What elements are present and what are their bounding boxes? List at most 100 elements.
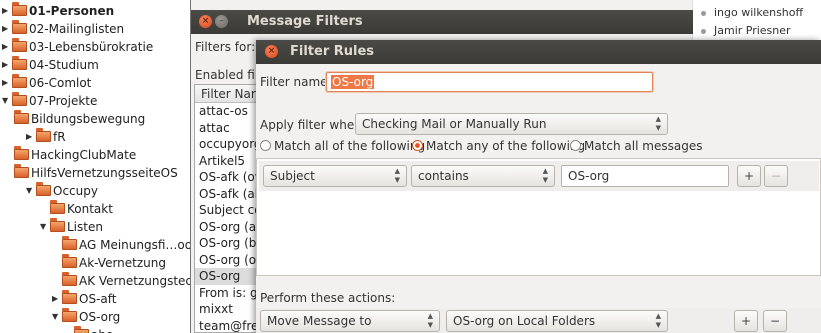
filter-name-value: OS-org	[331, 75, 375, 89]
tree-item-os-aft[interactable]: ▶ OS-aft	[52, 290, 116, 308]
folder-icon	[62, 254, 77, 268]
tree-item-03-lebensbuerokratie[interactable]: ▶ 03-Lebensbürokratie	[2, 38, 153, 56]
tree-item-07-projekte[interactable]: ▼ 07-Projekte	[2, 92, 97, 110]
tree-item-ak-vernetzung[interactable]: Ak-Vernetzung	[62, 254, 166, 272]
collapse-arrow-icon[interactable]: ▼	[26, 182, 36, 200]
close-icon[interactable]: ×	[199, 15, 212, 28]
folder-icon	[36, 128, 51, 142]
folder-icon	[50, 218, 65, 232]
add-rule-button[interactable]: +	[737, 165, 761, 187]
message-row[interactable]: Jamir Priesner	[701, 24, 791, 37]
folder-icon	[62, 308, 77, 322]
match-all-radio[interactable]: Match all of the following	[260, 139, 425, 153]
filters-for-label: Filters for:	[195, 40, 256, 54]
folder-icon	[12, 20, 27, 34]
folder-icon	[12, 74, 27, 88]
tree-item-kontakt[interactable]: Kontakt	[50, 200, 113, 218]
filter-list-item[interactable]: OS-afk (ab	[195, 186, 265, 203]
filter-list-item-selected[interactable]: OS-org	[195, 268, 265, 285]
filter-list-item[interactable]: OS-org (ab	[195, 219, 265, 236]
unread-dot-icon	[701, 28, 706, 34]
radio-off-icon	[570, 140, 581, 151]
rules-list: Subject ▲ ▼ contains ▲ ▼ OS-org + −	[256, 158, 821, 276]
match-all-messages-radio[interactable]: Match all messages	[570, 139, 702, 153]
filter-rules-titlebar[interactable]: × Filter Rules	[256, 40, 821, 64]
filter-name-label: Filter name:	[260, 75, 332, 89]
up-down-arrows-icon: ▲ ▼	[542, 167, 548, 184]
perform-actions-label: Perform these actions:	[260, 291, 396, 305]
expand-arrow-icon[interactable]: ▶	[26, 128, 36, 146]
tree-item-os-org[interactable]: ▼ OS-org	[52, 308, 120, 326]
add-action-button[interactable]: +	[734, 310, 758, 332]
filter-name-input[interactable]: OS-org	[326, 72, 653, 92]
filter-list-item[interactable]: team@fre	[195, 318, 265, 333]
collapse-arrow-icon[interactable]: ▼	[40, 218, 50, 236]
folder-icon	[62, 236, 77, 250]
filter-name-column-header[interactable]: Filter Nar	[195, 85, 265, 103]
expand-arrow-icon[interactable]: ▶	[52, 290, 62, 308]
close-icon[interactable]: ×	[265, 45, 278, 58]
rule-field-select[interactable]: Subject ▲ ▼	[263, 165, 407, 187]
folder-icon	[14, 146, 29, 160]
folder-icon	[14, 164, 29, 178]
filter-list-item[interactable]: OS-afk (ov	[195, 169, 265, 186]
tree-item-occupy[interactable]: ▼ Occupy	[26, 182, 98, 200]
radio-off-icon	[260, 140, 271, 151]
tree-item-fr[interactable]: ▶ fR	[26, 128, 66, 146]
folder-icon	[62, 290, 77, 304]
tree-item-abo[interactable]: abo	[74, 326, 113, 333]
folder-icon	[74, 326, 89, 333]
tree-item-06-comlot[interactable]: ▶ 06-Comlot	[2, 74, 91, 92]
tree-item-01-personen[interactable]: ▶ 01-Personen	[2, 2, 114, 20]
folder-icon	[12, 2, 27, 16]
expand-arrow-icon[interactable]: ▶	[2, 20, 12, 38]
radio-on-icon	[412, 140, 423, 151]
expand-arrow-icon[interactable]: ▶	[2, 56, 12, 74]
tree-item-ag-meinungsfindungstool[interactable]: AG Meinungsfi…ool (F	[62, 236, 200, 254]
tree-item-hackingclubmate[interactable]: HackingClubMate	[14, 146, 136, 164]
expand-arrow-icon[interactable]: ▶	[2, 38, 12, 56]
collapse-arrow-icon[interactable]: ▼	[52, 308, 62, 326]
filter-list-item[interactable]: OS-org (bo	[195, 235, 265, 252]
rule-operator-select[interactable]: contains ▲ ▼	[411, 165, 555, 187]
enabled-filters-label: Enabled fil	[195, 68, 259, 82]
filter-list-item[interactable]: attac	[195, 120, 265, 137]
tree-item-hilfsvernetzungsseiteos[interactable]: HilfsVernetzungsseiteOS	[14, 164, 178, 182]
folder-icon	[14, 110, 29, 124]
folder-icon	[62, 272, 77, 286]
tree-item-ak-vernetzungstechnik[interactable]: AK Vernetzungstechni	[62, 272, 200, 290]
folder-icon	[12, 38, 27, 52]
filter-list-item[interactable]: Artikel5	[195, 153, 265, 170]
up-down-arrows-icon: ▲ ▼	[655, 115, 661, 132]
collapse-arrow-icon[interactable]: ▼	[2, 92, 12, 110]
message-filters-titlebar[interactable]: × – Message Filters	[191, 10, 693, 34]
folder-icon	[12, 92, 27, 106]
remove-rule-button[interactable]: −	[764, 165, 788, 187]
expand-arrow-icon[interactable]: ▶	[2, 2, 12, 20]
expand-arrow-icon[interactable]: ▶	[2, 74, 12, 92]
filter-list-item[interactable]: occupyorg	[195, 136, 265, 153]
up-down-arrows-icon: ▲ ▼	[394, 167, 400, 184]
tree-item-04-studium[interactable]: ▶ 04-Studium	[2, 56, 99, 74]
rule-value-input[interactable]: OS-org	[561, 165, 729, 187]
folder-icon	[50, 200, 65, 214]
match-any-radio[interactable]: Match any of the following	[412, 139, 585, 153]
action-type-select[interactable]: Move Message to ▲ ▼	[260, 310, 440, 332]
message-row[interactable]: ingo wilkenshoff	[701, 6, 803, 19]
minimize-icon[interactable]: –	[215, 15, 228, 28]
filter-list-item[interactable]: attac-os	[195, 103, 265, 120]
folder-icon	[36, 182, 51, 196]
filter-list-item[interactable]: Subject co	[195, 202, 265, 219]
rule-row: Subject ▲ ▼ contains ▲ ▼ OS-org + −	[259, 161, 819, 191]
action-target-folder-select[interactable]: OS-org on Local Folders ▲ ▼	[446, 310, 668, 332]
filter-list-item[interactable]: mixxt	[195, 301, 265, 318]
action-row: Move Message to ▲ ▼ OS-org on Local Folde…	[256, 308, 821, 333]
filter-list-item[interactable]: OS-org (ov	[195, 252, 265, 269]
folder-tree: ▶ 01-Personen ▶ 02-Mailinglisten ▶ 03-Leben…	[0, 0, 200, 333]
tree-item-listen[interactable]: ▼ Listen	[40, 218, 103, 236]
apply-filter-when-select[interactable]: Checking Mail or Manually Run ▲ ▼	[355, 113, 668, 135]
tree-item-02-mailinglisten[interactable]: ▶ 02-Mailinglisten	[2, 20, 124, 38]
tree-item-bildungsbewegung[interactable]: Bildungsbewegung	[14, 110, 145, 128]
filter-list-item[interactable]: From is: g	[195, 285, 265, 302]
remove-action-button[interactable]: −	[763, 310, 787, 332]
